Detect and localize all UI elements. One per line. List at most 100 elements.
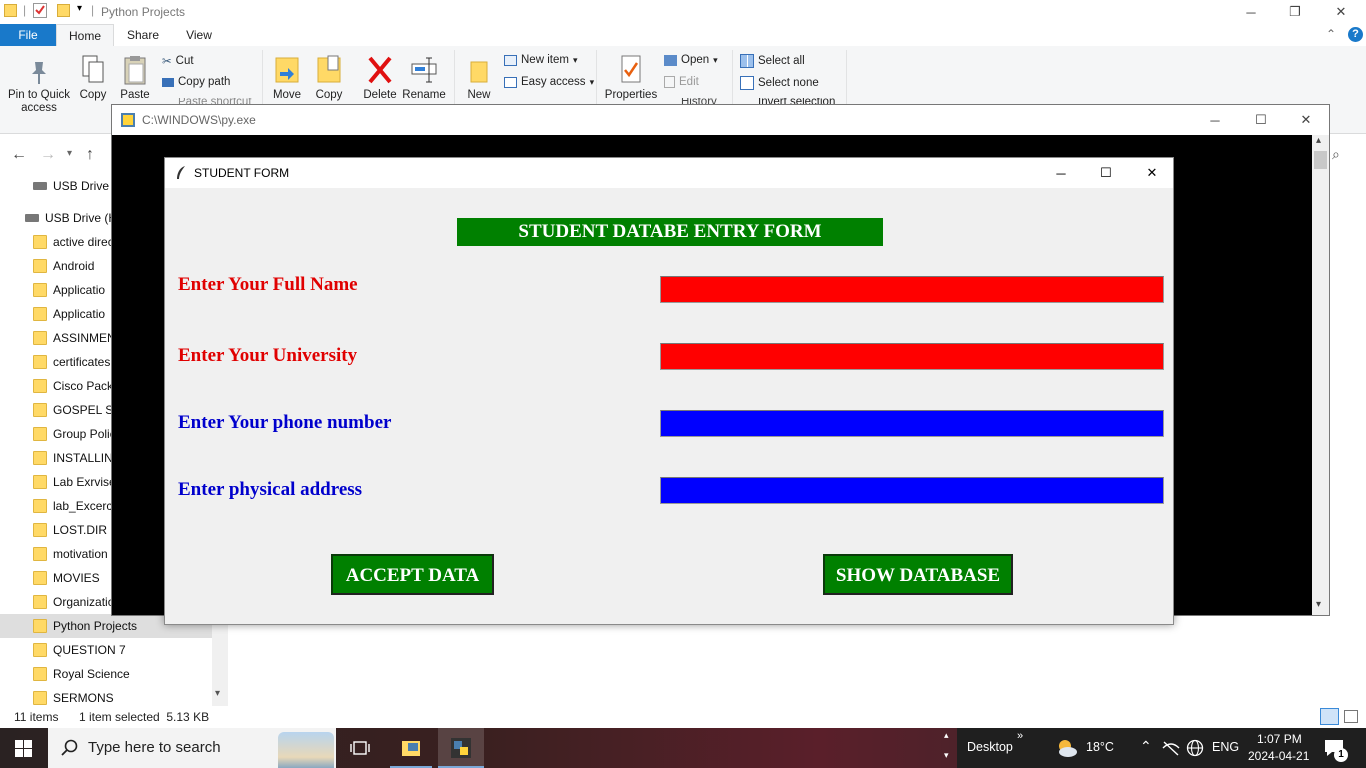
clock-time[interactable]: 1:07 PM — [1257, 732, 1302, 746]
select-all-button[interactable]: Select all — [740, 54, 805, 68]
new-item-icon — [504, 54, 517, 66]
select-none-icon — [740, 76, 754, 90]
weather-icon — [1059, 740, 1077, 757]
folder-icon — [33, 643, 47, 657]
chevron-up-icon[interactable]: ⌃ — [1326, 27, 1336, 41]
sidebar-scrollbar[interactable]: ▾ — [212, 620, 228, 706]
clipboard-icon — [124, 56, 146, 85]
field-label: Enter Your phone number — [178, 412, 392, 433]
maximize-button[interactable]: ❐ — [1272, 0, 1318, 24]
console-scrollbar[interactable]: ▴ ▾ — [1312, 135, 1329, 615]
folder-icon — [33, 403, 47, 417]
sidebar-item-folder[interactable]: Royal Science — [0, 662, 212, 686]
paste-button[interactable]: Paste — [118, 54, 152, 101]
chevron-down-icon[interactable]: ▾ — [1316, 599, 1321, 610]
properties-quick-icon[interactable] — [33, 3, 47, 18]
tab-home[interactable]: Home — [56, 24, 114, 46]
field-label: Enter Your University — [178, 345, 358, 366]
sidebar-item-folder[interactable]: QUESTION 7 — [0, 638, 212, 662]
chevron-down-icon[interactable]: ▾ — [77, 3, 82, 14]
details-view-icon[interactable] — [1320, 708, 1339, 725]
sidebar-item-label: QUESTION 7 — [53, 643, 126, 657]
language-indicator[interactable]: ENG — [1212, 740, 1239, 754]
sidebar-item-label: SERMONS — [53, 691, 114, 705]
field-entry[interactable] — [660, 343, 1164, 370]
status-bar: 11 items 1 item selected 5.13 KB — [0, 706, 1366, 728]
console-title: C:\WINDOWS\py.exe — [142, 113, 256, 127]
search-highlight-image — [278, 732, 334, 768]
clock-date[interactable]: 2024-04-21 — [1248, 749, 1309, 763]
minimize-button[interactable]: ─ — [1228, 0, 1274, 24]
rename-icon — [411, 57, 437, 83]
item-count: 11 items — [14, 710, 59, 724]
up-arrow-icon[interactable]: ↑ — [86, 146, 94, 164]
edit-label: Edit — [679, 76, 699, 88]
help-icon[interactable]: ? — [1348, 27, 1363, 42]
rename-button[interactable]: Rename — [402, 54, 446, 101]
window-title: Python Projects — [101, 5, 186, 19]
sidebar-item-label: Applicatio — [53, 307, 106, 321]
copy-to-button[interactable]: Copy — [312, 54, 346, 101]
new-folder-button[interactable]: New — [462, 54, 496, 101]
chevron-up-icon[interactable]: ⌃ — [1140, 738, 1152, 755]
folder-icon — [33, 547, 47, 561]
back-arrow-icon[interactable]: ← — [11, 146, 27, 164]
desktop-toolbar-label[interactable]: Desktop — [967, 740, 1013, 754]
copy-button[interactable]: Copy — [76, 54, 110, 101]
new-folder-quick-icon[interactable] — [57, 4, 70, 17]
form-title: STUDENT FORM — [194, 166, 290, 180]
edit-button[interactable]: Edit — [664, 76, 699, 88]
chevron-down-icon[interactable]: ▾ — [215, 688, 220, 699]
accept-data-button[interactable]: ACCEPT DATA — [331, 554, 494, 595]
form-maximize-button[interactable]: ☐ — [1083, 161, 1129, 185]
sidebar-item-label: Cisco Pack — [53, 379, 114, 393]
form-close-button[interactable]: ✕ — [1129, 161, 1175, 185]
form-minimize-button[interactable]: ─ — [1038, 161, 1084, 185]
chevron-down-icon[interactable]: ▾ — [944, 750, 949, 761]
sidebar-item-label: Python Projects — [53, 619, 138, 633]
show-database-button[interactable]: SHOW DATABASE — [823, 554, 1013, 595]
close-button[interactable]: ✕ — [1318, 0, 1364, 24]
tab-share[interactable]: Share — [118, 24, 168, 46]
chevron-right-icon[interactable]: » — [1017, 730, 1023, 742]
new-item-button[interactable]: New item ▾ — [504, 54, 577, 66]
console-maximize-button[interactable]: ☐ — [1238, 108, 1284, 132]
sidebar-item-folder[interactable]: SERMONS — [0, 686, 212, 706]
forward-arrow-icon[interactable]: → — [40, 146, 56, 164]
tab-view[interactable]: View — [176, 24, 222, 46]
field-entry[interactable] — [660, 276, 1164, 303]
pin-quick-access-button[interactable]: Pin to Quick access — [6, 58, 72, 115]
edit-icon — [664, 76, 675, 88]
open-button[interactable]: Open ▾ — [664, 54, 718, 66]
move-to-button[interactable]: Move — [270, 54, 304, 101]
python-taskbar-button[interactable] — [438, 728, 484, 768]
easy-access-button[interactable]: Easy access ▾ — [504, 76, 594, 88]
folder-icon — [33, 355, 47, 369]
file-explorer-taskbar-button[interactable] — [390, 728, 432, 768]
copy-icon — [82, 55, 104, 83]
cut-button[interactable]: ✂ Cut — [162, 54, 194, 68]
console-close-button[interactable]: ✕ — [1283, 108, 1329, 132]
temperature[interactable]: 18°C — [1086, 740, 1114, 754]
delete-button[interactable]: Delete — [360, 54, 400, 101]
tab-file[interactable]: File — [0, 24, 56, 46]
search-icon[interactable]: ⌕ — [1332, 146, 1340, 163]
copy-path-button[interactable]: Copy path — [162, 76, 230, 88]
select-none-button[interactable]: Select none — [740, 76, 819, 90]
field-entry[interactable] — [660, 410, 1164, 437]
chevron-up-icon[interactable]: ▴ — [944, 730, 949, 741]
chevron-up-icon[interactable]: ▴ — [1316, 135, 1321, 146]
python-icon — [121, 113, 135, 127]
field-entry[interactable] — [660, 477, 1164, 504]
large-icons-view-icon[interactable] — [1344, 710, 1358, 723]
properties-button[interactable]: Properties — [604, 54, 658, 101]
chevron-down-icon[interactable]: ▾ — [67, 148, 72, 159]
scrollbar-thumb[interactable] — [1314, 151, 1327, 169]
sidebar-item-label: active direc — [53, 235, 114, 249]
console-minimize-button[interactable]: ─ — [1192, 108, 1238, 132]
folder-icon — [33, 667, 47, 681]
taskbar-search-box[interactable]: Type here to search — [48, 728, 336, 768]
sidebar-item-label: ASSINMEN — [53, 331, 116, 345]
folder-icon — [33, 283, 47, 297]
new-folder-icon — [470, 61, 488, 83]
